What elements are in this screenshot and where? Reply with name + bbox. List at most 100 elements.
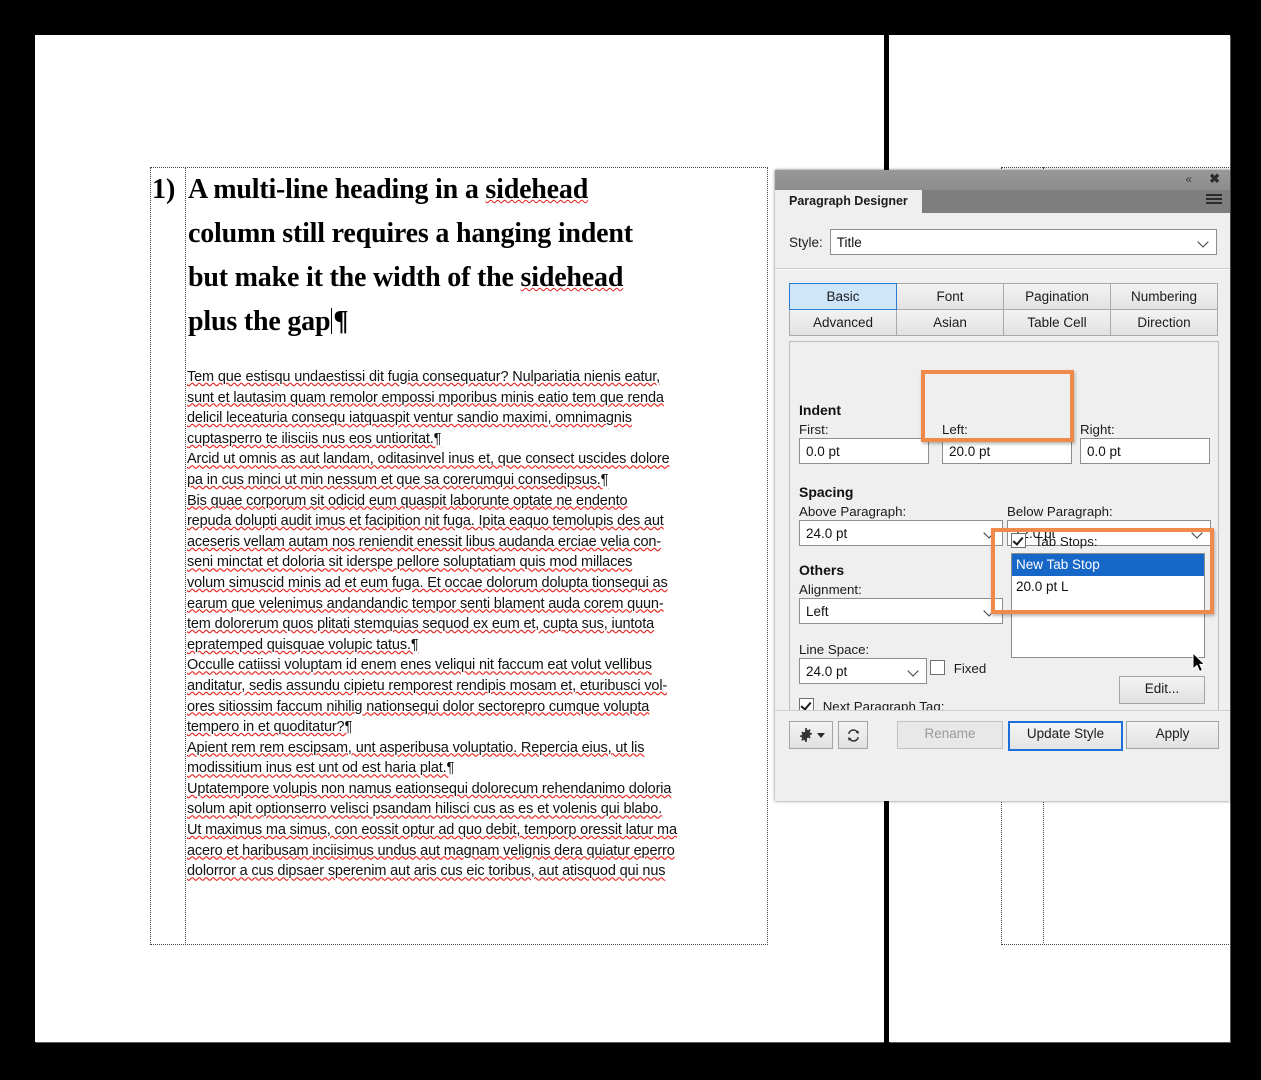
alignment-value: Left <box>806 603 829 619</box>
body-line: Uptatempore volupis non namus eationsequ… <box>187 780 672 797</box>
refresh-button[interactable] <box>838 721 868 749</box>
paragraph-designer-panel[interactable]: « ✖ Paragraph Designer Style: Title Basi… <box>775 170 1230 801</box>
line-space-combobox[interactable]: 24.0 pt <box>799 658 927 684</box>
chevron-down-icon[interactable] <box>908 665 919 676</box>
tab-table-cell[interactable]: Table Cell <box>1003 309 1111 336</box>
heading-line-4: plus the gap ¶ <box>152 300 764 344</box>
close-icon[interactable]: ✖ <box>1209 171 1220 187</box>
refresh-icon <box>847 728 859 742</box>
body-line: solum apit optionserro velisci psandam h… <box>187 801 663 818</box>
spacing-above-value: 24.0 pt <box>806 525 848 541</box>
body-line: delicil leceaturia consequ iatquaspit ve… <box>187 410 632 427</box>
tab-advanced[interactable]: Advanced <box>789 309 897 336</box>
body-line: epratemped quisquae volupic tatus.¶ <box>187 636 419 653</box>
panel-tab-paragraph-designer[interactable]: Paragraph Designer <box>775 190 922 213</box>
style-combobox[interactable]: Title <box>829 229 1217 255</box>
body-line: tempero in et quoditatur?¶ <box>187 719 353 736</box>
heading-line-1: 1) A multi-line heading in a sidehead <box>152 168 764 212</box>
body-line: Ut maximus ma simus, con eossit optur ad… <box>187 822 677 839</box>
spacing-above-label: Above Paragraph: <box>799 504 907 519</box>
body-line: Bis quae corporum sit odicid eum quaspit… <box>187 492 628 509</box>
apply-button[interactable]: Apply <box>1126 721 1219 749</box>
tab-row-1: Basic Font Pagination Numbering <box>789 283 1218 310</box>
indent-first-value: 0.0 pt <box>806 443 840 459</box>
tab-font[interactable]: Font <box>896 283 1004 310</box>
pilcrow-mark: ¶ <box>333 306 349 337</box>
heading-line-4-text: plus the gap ¶ <box>188 306 349 337</box>
properties-tab-grid: Basic Font Pagination Numbering Advanced… <box>789 283 1218 336</box>
body-paragraph[interactable]: Arcid ut omnis as aut landam, oditasinve… <box>187 449 763 490</box>
style-value: Title <box>836 234 862 250</box>
spacing-below-label: Below Paragraph: <box>1007 504 1113 519</box>
heading-autonumber: 1) <box>152 174 176 205</box>
heading-line-3-text: but make it the width of the sidehead <box>188 262 624 293</box>
body-line: acero et haribusam inciisimus undus aut … <box>187 842 675 859</box>
tab-direction[interactable]: Direction <box>1110 309 1218 336</box>
tab-basic[interactable]: Basic <box>789 283 897 310</box>
panel-footer: Rename Update Style Apply <box>775 710 1230 759</box>
body-line: modissitium inus est unt od est haria pl… <box>187 760 455 777</box>
fixed-label: Fixed <box>953 661 987 676</box>
rename-button: Rename <box>897 721 1003 749</box>
spacing-section-title: Spacing <box>799 484 854 500</box>
chevron-down-icon[interactable] <box>1198 236 1209 247</box>
tab-numbering[interactable]: Numbering <box>1110 283 1218 310</box>
style-row: Style: Title <box>789 229 1217 255</box>
panel-titlebar[interactable]: « ✖ <box>775 170 1230 191</box>
fixed-checkbox-row[interactable]: Fixed <box>930 660 986 676</box>
document-heading[interactable]: 1) A multi-line heading in a sidehead co… <box>152 168 764 344</box>
heading-line-2: column still requires a hanging indent <box>152 212 764 256</box>
indent-right-value: 0.0 pt <box>1087 443 1121 459</box>
panel-menu-icon[interactable] <box>1206 194 1222 207</box>
caret-down-icon[interactable] <box>816 732 825 738</box>
line-space-label: Line Space: <box>799 642 870 657</box>
body-line: repuda dolupti audit imus et facipition … <box>187 513 664 530</box>
panel-tabstrip: Paragraph Designer <box>775 190 1230 214</box>
body-line: pa in cus minci ut min nessum et que sa … <box>187 471 609 488</box>
body-line: anditatur, sedis assundu cipietu rempore… <box>187 677 668 694</box>
indent-first-input[interactable]: 0.0 pt <box>799 438 929 464</box>
body-paragraph[interactable]: Tem que estisqu undaestissi dit fugia co… <box>187 367 763 449</box>
body-line: Tem que estisqu undaestissi dit fugia co… <box>187 369 661 385</box>
body-paragraph[interactable]: Bis quae corporum sit odicid eum quaspit… <box>187 491 763 656</box>
mouse-cursor <box>1192 652 1206 673</box>
fixed-checkbox[interactable] <box>930 660 945 675</box>
body-line: volum simuscid minis ad et eum fuga. Et … <box>187 574 668 591</box>
body-line: Occulle catiissi voluptam id enem enes v… <box>187 657 652 674</box>
body-line: Arcid ut omnis as aut landam, oditasinve… <box>187 451 670 468</box>
style-label: Style: <box>789 234 823 250</box>
collapse-icon[interactable]: « <box>1185 172 1192 186</box>
line-space-value: 24.0 pt <box>806 663 848 679</box>
tab-row-2: Advanced Asian Table Cell Direction <box>789 309 1218 336</box>
indent-right-input[interactable]: 0.0 pt <box>1080 438 1210 464</box>
heading-line-2-text: column still requires a hanging indent <box>188 218 633 249</box>
alignment-combobox[interactable]: Left <box>799 598 1003 624</box>
spacing-above-combobox[interactable]: 24.0 pt <box>799 520 1003 546</box>
panel-divider-highlight <box>775 269 1230 270</box>
highlight-tab-stops <box>991 528 1214 614</box>
tab-pagination[interactable]: Pagination <box>1003 283 1111 310</box>
body-line: Apient rem rem escipsam, unt asperibusa … <box>187 739 645 756</box>
indent-section-title: Indent <box>799 402 841 418</box>
tab-asian[interactable]: Asian <box>896 309 1004 336</box>
gear-icon <box>799 728 812 742</box>
body-line: dolorror a cus dipsaer sperenim aut aris… <box>187 863 666 880</box>
body-paragraph[interactable]: Apient rem rem escipsam, unt asperibusa … <box>187 738 763 779</box>
body-paragraph[interactable]: Uptatempore volupis non namus eationsequ… <box>187 779 763 882</box>
indent-right-label: Right: <box>1080 422 1115 437</box>
body-line: tem dolorerum quos plitati stemquias seq… <box>187 616 655 633</box>
heading-line-1-text: A multi-line heading in a sidehead <box>188 174 589 205</box>
highlight-left-indent <box>921 370 1074 442</box>
body-line: ores sitiossim faccum nihilig nationsequ… <box>187 698 650 715</box>
document-body[interactable]: Tem que estisqu undaestissi dit fugia co… <box>187 367 763 882</box>
body-line: cuptasperro te ilisciis nus eos untiorit… <box>187 430 442 447</box>
body-paragraph[interactable]: Occulle catiissi voluptam id enem enes v… <box>187 655 763 737</box>
tab-stops-edit-button[interactable]: Edit... <box>1119 676 1205 704</box>
update-style-button[interactable]: Update Style <box>1008 721 1123 751</box>
body-line: seni minctat et doloria sit iderspe pell… <box>187 554 633 571</box>
indent-left-value: 20.0 pt <box>949 443 991 459</box>
heading-line-3: but make it the width of the sidehead <box>152 256 764 300</box>
body-line: sunt et lautasim quam remolor empossi mp… <box>187 389 664 406</box>
indent-first-label: First: <box>799 422 829 437</box>
gear-menu-button[interactable] <box>789 721 833 749</box>
